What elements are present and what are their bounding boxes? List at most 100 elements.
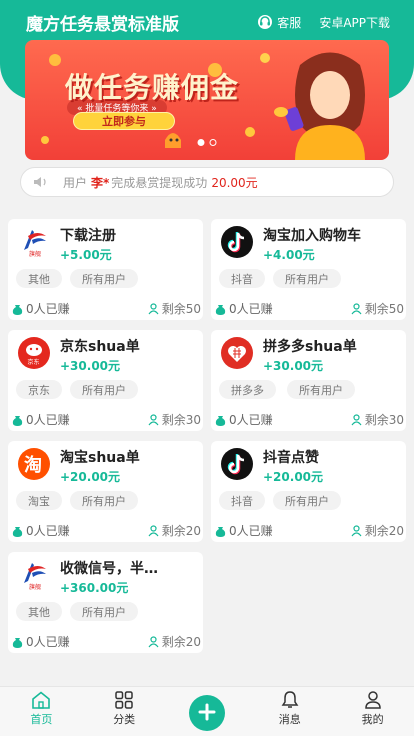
app-title: 魔方任务悬赏标准版 bbox=[26, 14, 179, 35]
home-icon bbox=[32, 691, 51, 709]
task-remaining-label: 剩余20 bbox=[161, 635, 201, 649]
task-earned-label: 0人已赚 bbox=[26, 302, 70, 316]
task-title: 拼多多shua单 bbox=[263, 339, 357, 355]
task-category-tag: 京东 bbox=[16, 380, 62, 399]
task-remaining: 剩余20 bbox=[148, 633, 201, 650]
task-audience-tag: 所有用户 bbox=[273, 269, 341, 288]
task-reward: +20.00元 bbox=[263, 470, 324, 484]
tab-mine-label: 我的 bbox=[361, 713, 384, 726]
person-icon bbox=[351, 524, 362, 536]
svg-text:京东: 京东 bbox=[28, 358, 40, 366]
notice-user: 李* bbox=[91, 175, 110, 190]
task-category-tag: 其他 bbox=[16, 269, 62, 288]
task-audience-tag: 所有用户 bbox=[70, 602, 138, 621]
task-reward: +30.00元 bbox=[60, 359, 121, 373]
tab-category[interactable]: 分类 bbox=[83, 687, 166, 736]
task-card[interactable]: 拼多多shua单 +30.00元 拼多多 所有用户 0人已赚 剩余30 bbox=[211, 330, 406, 431]
person-icon bbox=[148, 635, 159, 647]
douyin-logo-icon bbox=[221, 448, 253, 480]
task-earned: 0人已赚 bbox=[12, 300, 70, 317]
task-earned-label: 0人已赚 bbox=[229, 413, 273, 427]
banner-dot-active[interactable] bbox=[197, 139, 205, 146]
task-title: 下载注册 bbox=[60, 228, 116, 244]
publish-task-button[interactable] bbox=[188, 695, 225, 731]
customer-service-button[interactable]: 客服 bbox=[257, 14, 301, 31]
bag-icon bbox=[12, 637, 23, 648]
task-remaining-label: 剩余30 bbox=[161, 413, 201, 427]
flag-logo-icon: 旗舰 bbox=[24, 230, 46, 258]
withdraw-notice-bar: 用户 李* 完成悬赏提现成功 20.00元 bbox=[20, 167, 394, 197]
task-remaining: 剩余30 bbox=[148, 411, 201, 428]
task-earned-label: 0人已赚 bbox=[229, 302, 273, 316]
bottom-tab-bar: 首页 分类 消息 我的 bbox=[0, 686, 414, 736]
bag-icon bbox=[12, 304, 23, 315]
task-remaining-label: 剩余20 bbox=[161, 524, 201, 538]
task-audience-tag: 所有用户 bbox=[70, 269, 138, 288]
tab-home[interactable]: 首页 bbox=[0, 687, 83, 736]
notice-prefix: 用户 bbox=[63, 175, 88, 190]
task-remaining: 剩余20 bbox=[148, 522, 201, 539]
task-remaining: 剩余30 bbox=[351, 411, 404, 428]
task-title: 收微信号，半… bbox=[60, 561, 158, 577]
bag-icon bbox=[215, 415, 226, 426]
task-remaining: 剩余20 bbox=[351, 522, 404, 539]
douyin-logo-icon bbox=[221, 226, 253, 258]
task-remaining-label: 剩余30 bbox=[364, 413, 404, 427]
task-card[interactable]: 淘宝加入购物车 +4.00元 抖音 所有用户 0人已赚 剩余50 bbox=[211, 219, 406, 320]
task-title: 京东shua单 bbox=[60, 339, 140, 355]
headset-icon bbox=[258, 15, 273, 29]
bag-icon bbox=[215, 526, 226, 537]
promo-banner[interactable]: 做任务赚佣金 « 批量任务等你来 » 立即参与 bbox=[25, 40, 389, 160]
tab-publish[interactable] bbox=[166, 687, 249, 736]
task-category-tag: 拼多多 bbox=[219, 380, 276, 399]
task-category-tag: 淘宝 bbox=[16, 491, 62, 510]
task-reward: +20.00元 bbox=[60, 470, 121, 484]
task-reward: +4.00元 bbox=[263, 248, 315, 262]
banner-pagination bbox=[197, 139, 217, 146]
jd-logo-icon: 京东 bbox=[18, 337, 50, 369]
notice-text: 完成悬赏提现成功 bbox=[111, 175, 208, 190]
tab-category-label: 分类 bbox=[113, 713, 136, 726]
task-remaining-label: 剩余50 bbox=[161, 302, 201, 316]
grid-icon bbox=[115, 691, 133, 709]
task-earned-label: 0人已赚 bbox=[229, 524, 273, 538]
svg-text:旗舰: 旗舰 bbox=[29, 250, 41, 258]
task-card[interactable]: 淘 淘宝shua单 +20.00元 淘宝 所有用户 0人已赚 剩余20 bbox=[8, 441, 203, 542]
banner-join-button[interactable]: 立即参与 bbox=[73, 112, 175, 130]
task-category-tag: 其他 bbox=[16, 602, 62, 621]
task-category-tag: 抖音 bbox=[219, 269, 265, 288]
task-card[interactable]: 抖音点赞 +20.00元 抖音 所有用户 0人已赚 剩余20 bbox=[211, 441, 406, 542]
bag-icon bbox=[12, 415, 23, 426]
task-remaining: 剩余50 bbox=[148, 300, 201, 317]
person-icon bbox=[351, 302, 362, 314]
task-earned: 0人已赚 bbox=[215, 522, 273, 539]
android-download-link[interactable]: 安卓APP下载 bbox=[319, 14, 390, 31]
task-audience-tag: 所有用户 bbox=[273, 491, 341, 510]
task-earned-label: 0人已赚 bbox=[26, 635, 70, 649]
task-card[interactable]: 旗舰 下载注册 +5.00元 其他 所有用户 0人已赚 剩余50 bbox=[8, 219, 203, 320]
task-title: 淘宝shua单 bbox=[60, 450, 140, 466]
task-card[interactable]: 京东 京东shua单 +30.00元 京东 所有用户 0人已赚 剩余30 bbox=[8, 330, 203, 431]
banner-dot[interactable] bbox=[209, 139, 217, 146]
task-title: 淘宝加入购物车 bbox=[263, 228, 361, 244]
taobao-logo-icon: 淘 bbox=[18, 448, 50, 480]
user-icon bbox=[364, 691, 381, 709]
task-audience-tag: 所有用户 bbox=[70, 491, 138, 510]
notice-amount: 20.00元 bbox=[211, 175, 258, 190]
android-download-label: 安卓APP下载 bbox=[319, 15, 390, 30]
task-earned: 0人已赚 bbox=[215, 411, 273, 428]
task-earned: 0人已赚 bbox=[215, 300, 273, 317]
task-earned-label: 0人已赚 bbox=[26, 524, 70, 538]
task-earned: 0人已赚 bbox=[12, 633, 70, 650]
plus-icon bbox=[198, 703, 216, 721]
task-reward: +360.00元 bbox=[60, 581, 129, 595]
task-card[interactable]: 旗舰 收微信号，半… +360.00元 其他 所有用户 0人已赚 剩余20 bbox=[8, 552, 203, 653]
task-category-tag: 抖音 bbox=[219, 491, 265, 510]
person-icon bbox=[351, 413, 362, 425]
tab-messages[interactable]: 消息 bbox=[248, 687, 331, 736]
speaker-icon bbox=[34, 177, 46, 187]
customer-service-label: 客服 bbox=[277, 15, 302, 30]
bell-icon bbox=[281, 691, 299, 708]
tab-mine[interactable]: 我的 bbox=[331, 687, 414, 736]
person-icon bbox=[148, 302, 159, 314]
